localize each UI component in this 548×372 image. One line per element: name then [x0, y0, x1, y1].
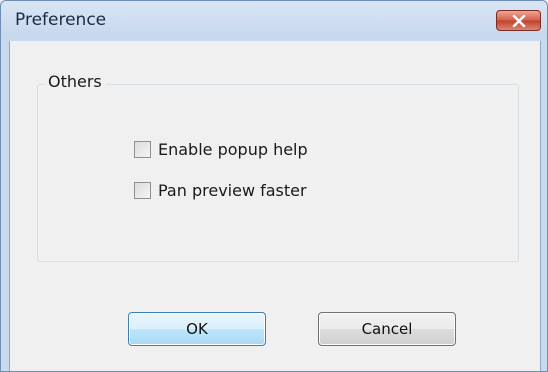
window-title: Preference — [15, 10, 107, 30]
enable-popup-help-checkbox[interactable] — [134, 141, 151, 158]
others-groupbox — [37, 84, 519, 262]
title-bar[interactable]: Preference — [1, 1, 547, 39]
cancel-button[interactable]: Cancel — [318, 312, 456, 346]
enable-popup-help-option[interactable]: Enable popup help — [134, 140, 308, 159]
dialog-client-area: Others Enable popup help Pan preview fas… — [9, 41, 541, 371]
pan-preview-faster-label[interactable]: Pan preview faster — [158, 181, 307, 200]
ok-button[interactable]: OK — [128, 312, 266, 346]
pan-preview-faster-checkbox[interactable] — [134, 182, 151, 199]
close-icon — [512, 14, 525, 27]
close-button[interactable] — [496, 10, 541, 31]
enable-popup-help-label[interactable]: Enable popup help — [158, 140, 308, 159]
others-group-label: Others — [44, 72, 106, 91]
pan-preview-faster-option[interactable]: Pan preview faster — [134, 181, 307, 200]
preference-dialog: Preference Others Enable popup help Pan … — [0, 0, 548, 372]
